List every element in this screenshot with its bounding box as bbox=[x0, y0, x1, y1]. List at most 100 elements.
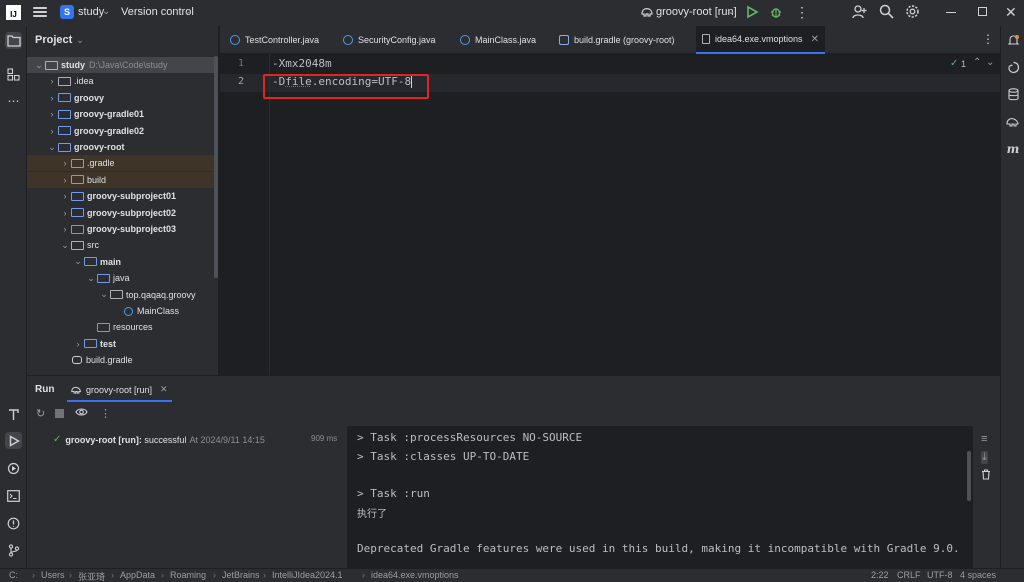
chevron-down-icon[interactable]: ⌄ bbox=[86, 273, 96, 284]
tree-item[interactable]: › test bbox=[27, 336, 218, 352]
tab-mainclass[interactable]: MainClass.java bbox=[460, 26, 536, 54]
close-tab-icon[interactable]: ✕ bbox=[811, 34, 819, 45]
breadcrumb-item[interactable]: IntelliJIdea2024.1 bbox=[272, 570, 343, 580]
tree-item[interactable]: ⌄ src bbox=[27, 237, 218, 253]
breadcrumb-item[interactable]: C: bbox=[9, 570, 18, 580]
chevron-up-icon[interactable]: ⌃ bbox=[973, 57, 981, 68]
database-icon[interactable] bbox=[1005, 86, 1021, 102]
chevron-right-icon[interactable]: › bbox=[60, 158, 70, 168]
build-hammer-icon[interactable] bbox=[5, 406, 22, 423]
chevron-right-icon[interactable]: › bbox=[47, 93, 57, 103]
console-scrollbar[interactable] bbox=[967, 451, 971, 501]
more-tools-icon[interactable]: ⋯ bbox=[5, 92, 22, 109]
git-branch-icon[interactable] bbox=[5, 542, 22, 559]
tree-item[interactable]: › build bbox=[27, 171, 218, 188]
tree-item[interactable]: › .gradle bbox=[27, 155, 218, 172]
project-name[interactable]: study bbox=[78, 6, 104, 18]
file-encoding[interactable]: UTF-8 bbox=[927, 570, 953, 580]
tree-item[interactable]: › groovy bbox=[27, 90, 218, 106]
chevron-down-icon[interactable]: ⌄ bbox=[99, 289, 109, 300]
tree-item[interactable]: ⌄ java bbox=[27, 270, 218, 286]
tree-item[interactable]: › groovy-subproject03 bbox=[27, 221, 218, 237]
tree-item[interactable]: › groovy-subproject01 bbox=[27, 188, 218, 204]
breadcrumb-item[interactable]: Users bbox=[41, 570, 65, 580]
project-scrollbar[interactable] bbox=[214, 56, 218, 278]
more-actions-icon[interactable]: ⋮ bbox=[795, 4, 809, 21]
tree-item[interactable]: ⌄ top.qaqaq.groovy bbox=[27, 287, 218, 303]
breadcrumb-item[interactable]: Roaming bbox=[170, 570, 206, 580]
run-result-row[interactable]: ✓ groovy-root [run]: successful At 2024/… bbox=[53, 434, 265, 445]
run-icon[interactable] bbox=[745, 5, 759, 19]
run-tab[interactable]: groovy-root [run] ✕ bbox=[67, 379, 172, 402]
project-tool-icon[interactable] bbox=[5, 32, 22, 49]
chevron-right-icon[interactable]: › bbox=[47, 109, 57, 119]
chevron-down-icon[interactable]: ⌄ bbox=[183, 6, 191, 17]
run-config-selector[interactable]: groovy-root [run] bbox=[656, 6, 737, 18]
project-panel-header[interactable]: Project ⌄ bbox=[27, 26, 218, 54]
chevron-down-icon[interactable]: ⌄ bbox=[76, 35, 84, 46]
chevron-right-icon[interactable]: › bbox=[60, 191, 70, 201]
more-actions-icon[interactable]: ⋮ bbox=[100, 407, 111, 420]
tree-item[interactable]: ⌄ groovy-root bbox=[27, 139, 218, 155]
close-window-icon[interactable]: ✕ bbox=[1005, 4, 1017, 21]
caret-position[interactable]: 2:22 bbox=[871, 570, 889, 580]
eye-icon[interactable] bbox=[75, 407, 88, 420]
settings-gear-icon[interactable] bbox=[905, 4, 920, 19]
tree-item[interactable]: ⌄ study D:\Java\Code\study bbox=[27, 57, 218, 73]
clear-trash-icon[interactable] bbox=[981, 469, 991, 483]
chevron-down-icon[interactable]: ⌄ bbox=[727, 6, 735, 17]
stop-icon[interactable] bbox=[55, 409, 64, 418]
chevron-down-icon[interactable]: ⌄ bbox=[102, 6, 110, 17]
inspection-ok-icon[interactable]: ✓ bbox=[950, 58, 958, 69]
scroll-to-end-icon[interactable]: ⤓ bbox=[981, 451, 988, 464]
terminal-icon[interactable] bbox=[5, 487, 22, 504]
breadcrumb-item[interactable]: JetBrains bbox=[222, 570, 260, 580]
minimize-window-icon[interactable] bbox=[946, 12, 956, 13]
chevron-right-icon[interactable]: › bbox=[60, 224, 70, 234]
rerun-icon[interactable]: ↻ bbox=[36, 407, 45, 420]
indent-setting[interactable]: 4 spaces bbox=[960, 570, 996, 580]
chevron-right-icon[interactable]: › bbox=[47, 76, 57, 86]
code-editor[interactable]: 1 2 -Xmx2048m -Dfile.encoding=UTF-8 ✓ 1 … bbox=[220, 54, 1000, 375]
more-tabs-icon[interactable]: ⋮ bbox=[982, 32, 994, 46]
search-icon[interactable] bbox=[879, 4, 894, 19]
breadcrumb-item[interactable]: AppData bbox=[120, 570, 155, 580]
inspection-count[interactable]: 1 bbox=[961, 59, 966, 69]
chevron-right-icon[interactable]: › bbox=[73, 339, 83, 349]
tab-build-gradle[interactable]: build.gradle (groovy-root) bbox=[559, 26, 675, 54]
breadcrumb-item[interactable]: idea64.exe.vmoptions bbox=[371, 570, 459, 580]
structure-icon[interactable] bbox=[5, 66, 22, 83]
chevron-down-icon[interactable]: ⌄ bbox=[34, 60, 44, 71]
ai-assistant-icon[interactable] bbox=[1005, 59, 1021, 75]
project-badge[interactable]: S bbox=[60, 5, 74, 19]
tree-item[interactable]: › groovy-gradle02 bbox=[27, 123, 218, 139]
chevron-right-icon[interactable]: › bbox=[60, 175, 70, 185]
chevron-down-icon[interactable]: ⌄ bbox=[60, 240, 70, 251]
chevron-right-icon[interactable]: › bbox=[47, 126, 57, 136]
chevron-down-icon[interactable]: ⌄ bbox=[986, 57, 994, 68]
gradle-tool-icon[interactable] bbox=[1005, 114, 1021, 130]
close-tab-icon[interactable]: ✕ bbox=[160, 384, 168, 395]
chevron-right-icon[interactable]: › bbox=[60, 208, 70, 218]
soft-wrap-icon[interactable]: ≡ bbox=[981, 433, 987, 445]
console-output[interactable]: > Task :processResources NO-SOURCE > Task… bbox=[347, 426, 973, 569]
maven-icon[interactable]: m bbox=[1005, 141, 1021, 157]
main-menu-icon[interactable] bbox=[33, 5, 47, 19]
tree-item[interactable]: › groovy-gradle01 bbox=[27, 106, 218, 122]
services-icon[interactable] bbox=[5, 460, 22, 477]
code-with-me-icon[interactable] bbox=[852, 4, 867, 19]
tab-testcontroller[interactable]: TestController.java bbox=[230, 26, 319, 54]
debug-icon[interactable] bbox=[769, 5, 783, 19]
chevron-down-icon[interactable]: ⌄ bbox=[47, 142, 57, 153]
tree-item[interactable]: › .idea bbox=[27, 73, 218, 89]
notifications-bell-icon[interactable] bbox=[1005, 32, 1021, 48]
line-separator[interactable]: CRLF bbox=[897, 570, 921, 580]
breadcrumb-item[interactable]: 张亚琦 bbox=[78, 570, 105, 582]
chevron-down-icon[interactable]: ⌄ bbox=[73, 256, 83, 267]
tree-item[interactable]: › groovy-subproject02 bbox=[27, 205, 218, 221]
run-tool-icon[interactable] bbox=[5, 432, 22, 449]
tree-item[interactable]: MainClass bbox=[27, 303, 218, 319]
problems-icon[interactable] bbox=[5, 515, 22, 532]
tree-item[interactable]: build.gradle bbox=[27, 352, 218, 368]
tree-item[interactable]: ⌄ main bbox=[27, 254, 218, 270]
